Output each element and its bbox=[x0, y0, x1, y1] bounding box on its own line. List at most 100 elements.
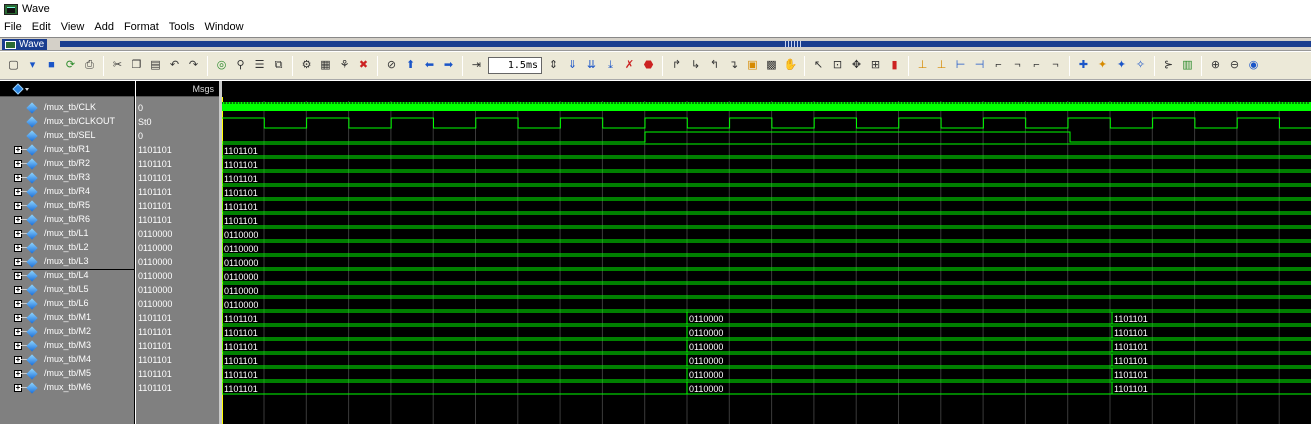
restart-icon[interactable]: ⚘ bbox=[337, 58, 352, 73]
step-over-icon[interactable]: ↳ bbox=[688, 58, 703, 73]
select-pointer-icon[interactable]: ↖ bbox=[811, 58, 826, 73]
run-length-icon[interactable]: ⇥ bbox=[469, 58, 484, 73]
wave-panel-tab[interactable]: Wave bbox=[2, 39, 48, 50]
waveform-pane[interactable]: 1101101 1101101 1101101 1101101 1101101 11011… bbox=[222, 81, 1311, 424]
no-icon[interactable]: ⊘ bbox=[384, 58, 399, 73]
expand-plus-icon[interactable]: + bbox=[14, 202, 22, 210]
break-icon[interactable]: ✖ bbox=[356, 58, 371, 73]
time-spinner-icon[interactable]: ⇕ bbox=[546, 58, 561, 73]
signal-row[interactable]: + /mux_tb/R6 bbox=[0, 213, 134, 227]
pan-icon[interactable]: ✥ bbox=[849, 58, 864, 73]
expand-plus-icon[interactable]: + bbox=[14, 146, 22, 154]
cut-icon[interactable]: ✂ bbox=[110, 58, 125, 73]
signal-row[interactable]: + /mux_tb/M1 bbox=[0, 311, 134, 325]
break-simulation-icon[interactable]: ✗ bbox=[622, 58, 637, 73]
edit-mode-icon[interactable]: ⊞ bbox=[868, 58, 883, 73]
expand-plus-icon[interactable]: + bbox=[14, 300, 22, 308]
rising-edge-icon[interactable]: ¬ bbox=[1010, 58, 1025, 73]
signal-row[interactable]: + /mux_tb/R5 bbox=[0, 199, 134, 213]
signal-row[interactable]: + /mux_tb/L2 bbox=[0, 241, 134, 255]
step-icon[interactable]: ↱ bbox=[669, 58, 684, 73]
menu-edit[interactable]: Edit bbox=[32, 21, 51, 33]
run-all-icon[interactable]: ⤓ bbox=[603, 58, 618, 73]
zoom-out-icon[interactable]: ⊖ bbox=[1227, 58, 1242, 73]
next-rising-icon[interactable]: ¬ bbox=[1048, 58, 1063, 73]
expand-plus-icon[interactable]: + bbox=[14, 370, 22, 378]
signal-row[interactable]: + /mux_tb/M5 bbox=[0, 367, 134, 381]
expand-plus-icon[interactable]: + bbox=[14, 216, 22, 224]
undo-icon[interactable]: ↶ bbox=[167, 58, 182, 73]
find-prev-transition-icon[interactable]: ⊢ bbox=[953, 58, 968, 73]
signal-row[interactable]: + /mux_tb/R3 bbox=[0, 171, 134, 185]
run-icon[interactable]: ⇓ bbox=[565, 58, 580, 73]
menu-format[interactable]: Format bbox=[124, 21, 159, 33]
prev-edge-icon[interactable]: ⊥ bbox=[915, 58, 930, 73]
panel-grip-handle[interactable] bbox=[785, 41, 803, 47]
bookmark-icon[interactable]: ✦ bbox=[1095, 58, 1110, 73]
zoom-in-icon[interactable]: ⊕ bbox=[1208, 58, 1223, 73]
menu-view[interactable]: View bbox=[61, 21, 85, 33]
expand-plus-icon[interactable]: + bbox=[14, 384, 22, 392]
save-icon[interactable]: ■ bbox=[44, 58, 59, 73]
signal-row[interactable]: + /mux_tb/M3 bbox=[0, 339, 134, 353]
expand-plus-icon[interactable]: + bbox=[14, 314, 22, 322]
layout-icon[interactable]: ▣ bbox=[745, 58, 760, 73]
bookmark-next-icon[interactable]: ✦ bbox=[1114, 58, 1129, 73]
expand-plus-icon[interactable]: + bbox=[14, 230, 22, 238]
bookmark-add-icon[interactable]: ✚ bbox=[1076, 58, 1091, 73]
insert-cursor-icon[interactable]: ▮ bbox=[887, 58, 902, 73]
signal-row[interactable]: + /mux_tb/M6 bbox=[0, 381, 134, 395]
expand-plus-icon[interactable]: + bbox=[14, 244, 22, 252]
signal-row[interactable]: + /mux_tb/R2 bbox=[0, 157, 134, 171]
signal-row[interactable]: + /mux_tb/R4 bbox=[0, 185, 134, 199]
compile-icon[interactable]: ⚙ bbox=[299, 58, 314, 73]
next-edge-icon[interactable]: ⊥ bbox=[934, 58, 949, 73]
signal-row[interactable]: + /mux_tb/M4 bbox=[0, 353, 134, 367]
expand-icon[interactable]: ⊱ bbox=[1161, 58, 1176, 73]
menu-add[interactable]: Add bbox=[94, 21, 114, 33]
simulate-icon[interactable]: ▦ bbox=[318, 58, 333, 73]
memory-icon[interactable]: ▥ bbox=[1180, 58, 1195, 73]
signal-menu-icon[interactable] bbox=[12, 83, 30, 95]
paste-icon[interactable]: ▤ bbox=[148, 58, 163, 73]
expand-plus-icon[interactable]: + bbox=[14, 160, 22, 168]
signal-row[interactable]: /mux_tb/SEL bbox=[0, 129, 134, 143]
signal-row[interactable]: /mux_tb/CLK bbox=[0, 101, 134, 115]
redo-icon[interactable]: ↷ bbox=[186, 58, 201, 73]
arrow-up-icon[interactable]: ⬆ bbox=[403, 58, 418, 73]
signal-row[interactable]: + /mux_tb/L3 bbox=[0, 255, 134, 269]
copy-icon[interactable]: ❐ bbox=[129, 58, 144, 73]
expand-plus-icon[interactable]: + bbox=[14, 286, 22, 294]
signal-row[interactable]: + /mux_tb/L1 bbox=[0, 227, 134, 241]
signal-row[interactable]: + /mux_tb/M2 bbox=[0, 325, 134, 339]
arrow-right-icon[interactable]: ➡ bbox=[441, 58, 456, 73]
format-icon[interactable]: ☰ bbox=[252, 58, 267, 73]
new-file-icon[interactable]: ▢ bbox=[6, 58, 21, 73]
menu-file[interactable]: File bbox=[4, 21, 22, 33]
zoom-mode-icon[interactable]: ⊡ bbox=[830, 58, 845, 73]
group-icon[interactable]: ⧉ bbox=[271, 58, 286, 73]
bookmark-prev-icon[interactable]: ✧ bbox=[1133, 58, 1148, 73]
expand-plus-icon[interactable]: + bbox=[14, 174, 22, 182]
waveform-canvas[interactable]: 1101101 1101101 1101101 1101101 1101101 11011… bbox=[222, 81, 1311, 424]
expand-plus-icon[interactable]: + bbox=[14, 328, 22, 336]
arrow-left-icon[interactable]: ⬅ bbox=[422, 58, 437, 73]
signal-row[interactable]: /mux_tb/CLKOUT bbox=[0, 115, 134, 129]
dataflow-icon[interactable]: ▩ bbox=[764, 58, 779, 73]
reload-icon[interactable]: ⟳ bbox=[63, 58, 78, 73]
menu-tools[interactable]: Tools bbox=[169, 21, 195, 33]
expand-plus-icon[interactable]: + bbox=[14, 272, 22, 280]
expand-plus-icon[interactable]: + bbox=[14, 342, 22, 350]
zoom-full-icon[interactable]: ◉ bbox=[1246, 58, 1261, 73]
print-icon[interactable]: ⎙ bbox=[82, 58, 97, 73]
hand-icon[interactable]: ✋ bbox=[783, 58, 798, 73]
falling-edge-icon[interactable]: ⌐ bbox=[991, 58, 1006, 73]
menu-window[interactable]: Window bbox=[204, 21, 243, 33]
signal-row[interactable]: + /mux_tb/L5 bbox=[0, 283, 134, 297]
prev-falling-icon[interactable]: ⌐ bbox=[1029, 58, 1044, 73]
stop-icon[interactable]: ⬣ bbox=[641, 58, 656, 73]
find-icon[interactable]: ⚲ bbox=[233, 58, 248, 73]
run-continue-icon[interactable]: ⇊ bbox=[584, 58, 599, 73]
panel-title-bar[interactable] bbox=[60, 41, 1311, 47]
help-icon[interactable]: ◎ bbox=[214, 58, 229, 73]
